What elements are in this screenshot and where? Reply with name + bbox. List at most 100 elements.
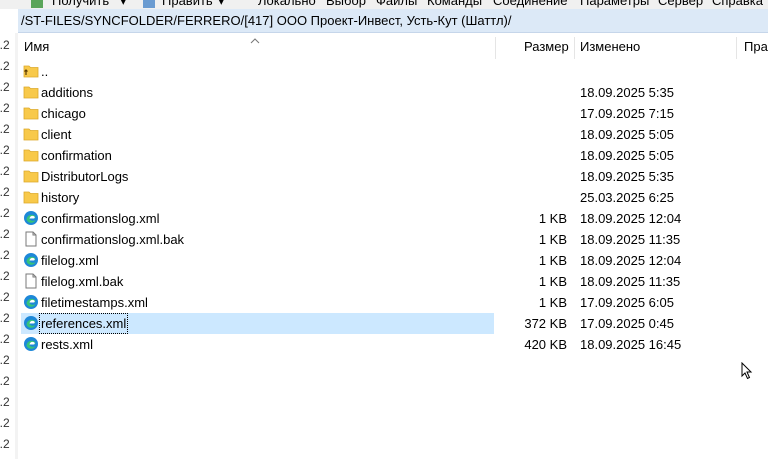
file-modified: 18.09.2025 16:45 xyxy=(580,337,682,352)
file-modified: 18.09.2025 11:35 xyxy=(580,232,681,247)
file-row[interactable]: references.xml 372 KB 17.09.2025 0:45 xyxy=(18,313,768,334)
xml-file-icon xyxy=(23,252,39,268)
file-size xyxy=(498,166,567,187)
column-modified[interactable]: Изменено xyxy=(574,33,734,61)
menu-files[interactable]: Файлы xyxy=(376,0,417,9)
download-icon xyxy=(30,0,44,9)
menu-local[interactable]: Локально xyxy=(258,0,316,9)
left-panel-cell: 9.2 xyxy=(0,164,10,178)
file-size xyxy=(498,82,567,103)
file-modified: 18.09.2025 5:05 xyxy=(580,148,674,163)
get-dropdown-icon[interactable]: ▾ xyxy=(120,0,127,9)
file-name: .. xyxy=(41,64,49,79)
file-row[interactable]: additions 18.09.2025 5:35 xyxy=(18,82,768,103)
file-size: 1 KB xyxy=(538,295,567,310)
file-size: 1 KB xyxy=(538,274,567,289)
file-name: rests.xml xyxy=(41,337,93,352)
file-name: chicago xyxy=(41,106,86,121)
file-name: confirmationslog.xml.bak xyxy=(41,232,185,247)
file-size xyxy=(498,124,567,145)
file-row[interactable]: client 18.09.2025 5:05 xyxy=(18,124,768,145)
parent-folder-icon xyxy=(23,63,39,79)
folder-icon xyxy=(23,105,39,121)
file-row[interactable]: .. xyxy=(18,61,768,82)
column-rights[interactable]: Пра xyxy=(738,33,768,61)
file-modified: 18.09.2025 12:04 xyxy=(580,211,682,226)
menu-edit[interactable]: Править xyxy=(162,0,213,9)
left-panel-cell: 7.2 xyxy=(0,455,15,459)
file-icon xyxy=(23,273,39,289)
file-row[interactable]: confirmationslog.xml 1 KB 18.09.2025 12:04 xyxy=(18,208,768,229)
menu-select[interactable]: Выбор xyxy=(326,0,366,9)
file-row[interactable]: history 25.03.2025 6:25 xyxy=(18,187,768,208)
file-size xyxy=(498,103,567,124)
menu-commands[interactable]: Команды xyxy=(427,0,482,9)
file-size: 420 KB xyxy=(524,337,567,352)
file-name: client xyxy=(41,127,72,142)
file-size: 1 KB xyxy=(538,253,567,268)
file-row[interactable]: confirmation 18.09.2025 5:05 xyxy=(18,145,768,166)
toolbar: Получить ▾ Править ▾ Локально Выбор Файл… xyxy=(0,0,768,9)
file-row[interactable]: filetimestamps.xml 1 KB 17.09.2025 6:05 xyxy=(18,292,768,313)
edit-dropdown-icon[interactable]: ▾ xyxy=(218,0,225,9)
left-panel-cell: 9.2 xyxy=(0,206,10,220)
file-name: confirmation xyxy=(41,148,112,163)
file-name: history xyxy=(41,190,80,205)
menu-options[interactable]: Параметры xyxy=(580,0,649,9)
column-divider[interactable] xyxy=(736,37,737,59)
file-modified: 18.09.2025 11:35 xyxy=(580,274,681,289)
left-panel-cell: 8.2 xyxy=(0,311,10,325)
file-icon xyxy=(23,231,39,247)
file-row[interactable]: DistributorLogs 18.09.2025 5:35 xyxy=(18,166,768,187)
file-name: additions xyxy=(41,85,94,100)
file-size xyxy=(498,145,567,166)
left-panel-cell: 3.2 xyxy=(0,353,10,367)
xml-file-icon xyxy=(23,294,39,310)
left-panel-sliver: 3.2 9.2 9.2 9.2 9.2 9.2 9.2 9.2 9.2 9.2 9.2 9.2 9.2 8… xyxy=(0,33,16,459)
menu-connection[interactable]: Соединение xyxy=(493,0,568,9)
file-row[interactable]: confirmationslog.xml.bak 1 KB 18.09.2025 1… xyxy=(18,229,768,250)
xml-file-icon xyxy=(23,315,39,331)
path-text: /ST-FILES/SYNCFOLDER/FERRERO/[417] ООО П… xyxy=(21,13,512,28)
edit-icon xyxy=(142,0,156,9)
left-panel-cell: 9.2 xyxy=(0,101,10,115)
file-list[interactable]: Имя Размер Изменено Пра .. additions 18.09… xyxy=(18,33,768,459)
file-row[interactable]: filelog.xml 1 KB 18.09.2025 12:04 xyxy=(18,250,768,271)
file-size: 1 KB xyxy=(538,211,567,226)
left-panel-cell: 9.2 xyxy=(0,185,10,199)
left-panel-cell: 9.2 xyxy=(0,227,10,241)
left-panel-cell: 9.2 xyxy=(0,290,10,304)
file-modified: 17.09.2025 7:15 xyxy=(580,106,674,121)
menu-server[interactable]: Сервер xyxy=(658,0,703,9)
mouse-cursor-icon xyxy=(741,361,753,380)
sort-ascending-icon xyxy=(250,33,260,44)
left-panel-cell: 3.2 xyxy=(0,38,10,52)
menu-help[interactable]: Справка xyxy=(712,0,763,9)
file-row[interactable]: rests.xml 420 KB 18.09.2025 16:45 xyxy=(18,334,768,355)
column-rights-label: Пра xyxy=(744,39,768,54)
column-size[interactable]: Размер xyxy=(518,33,574,61)
file-row[interactable]: filelog.xml.bak 1 KB 18.09.2025 11:35 xyxy=(18,271,768,292)
column-modified-label: Изменено xyxy=(580,39,641,54)
column-name-label: Имя xyxy=(24,39,50,54)
column-size-label: Размер xyxy=(524,39,569,54)
file-name: filelog.xml xyxy=(41,253,99,268)
file-name: references.xml xyxy=(38,313,129,334)
left-panel-cell: 9.2 xyxy=(0,122,10,136)
menu-get[interactable]: Получить xyxy=(52,0,109,9)
column-divider[interactable] xyxy=(495,37,496,59)
left-panel-cell: 9.2 xyxy=(0,248,10,262)
file-modified: 17.09.2025 0:45 xyxy=(580,316,674,331)
left-panel-cell: 3.2 xyxy=(0,395,10,409)
path-bar[interactable]: /ST-FILES/SYNCFOLDER/FERRERO/[417] ООО П… xyxy=(18,9,768,33)
left-panel-cell: 9.2 xyxy=(0,143,10,157)
folder-icon xyxy=(23,168,39,184)
file-modified: 18.09.2025 12:04 xyxy=(580,253,682,268)
left-panel-cell: 2.2 xyxy=(0,416,10,430)
left-panel-cell: 9.2 xyxy=(0,59,10,73)
file-modified: 17.09.2025 6:05 xyxy=(580,295,674,310)
file-row[interactable]: chicago 17.09.2025 7:15 xyxy=(18,103,768,124)
left-panel-cell: 8.2 xyxy=(0,332,10,346)
left-panel-cell: 3.2 xyxy=(0,437,10,451)
file-modified: 18.09.2025 5:35 xyxy=(580,169,674,184)
